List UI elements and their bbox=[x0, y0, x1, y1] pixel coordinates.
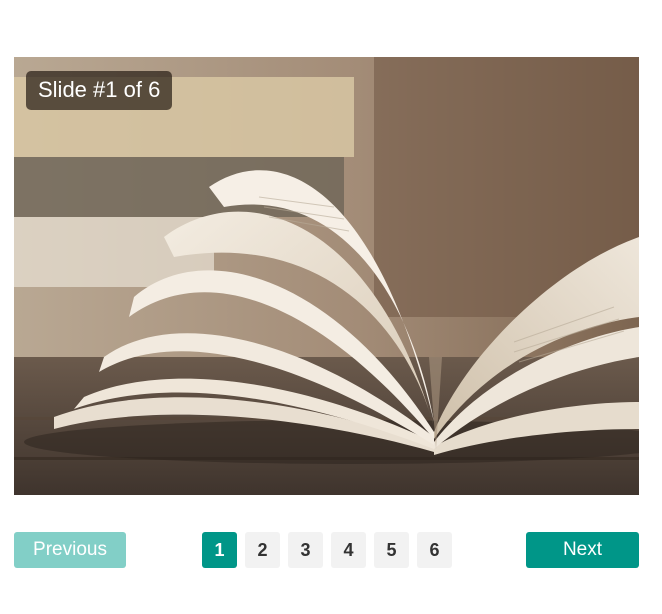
slide-caption: Slide #1 of 6 bbox=[26, 71, 173, 110]
slide-image-container: Slide #1 of 6 bbox=[14, 57, 639, 495]
page-button-5[interactable]: 5 bbox=[374, 532, 409, 568]
page-button-6[interactable]: 6 bbox=[417, 532, 452, 568]
previous-button[interactable]: Previous bbox=[14, 532, 126, 568]
page-button-3[interactable]: 3 bbox=[288, 532, 323, 568]
next-button[interactable]: Next bbox=[526, 532, 639, 568]
slide-image-open-book bbox=[14, 57, 639, 495]
page-button-4[interactable]: 4 bbox=[331, 532, 366, 568]
page-button-1[interactable]: 1 bbox=[202, 532, 237, 568]
page-button-2[interactable]: 2 bbox=[245, 532, 280, 568]
pagination: 123456 bbox=[202, 532, 452, 568]
